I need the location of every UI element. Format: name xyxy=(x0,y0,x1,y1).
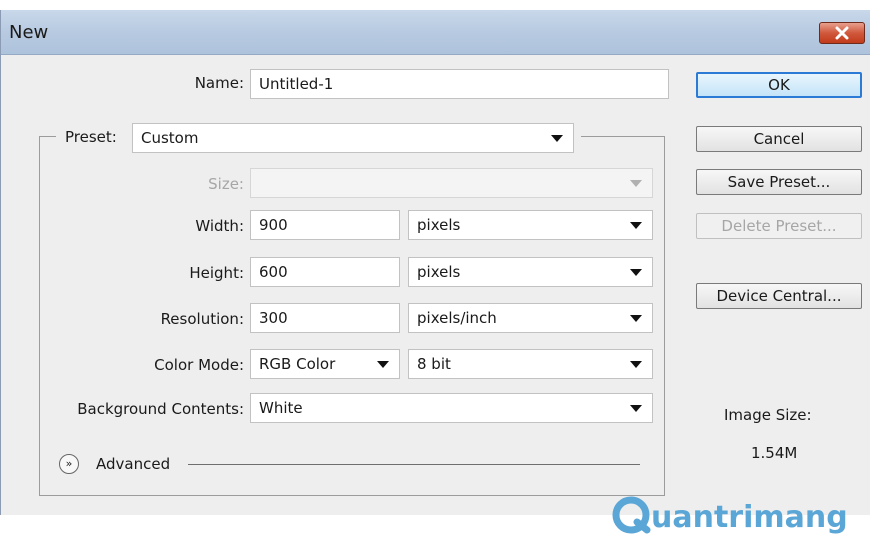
width-input[interactable]: 900 xyxy=(250,210,400,240)
new-document-dialog: New Name: Untitled-1 Preset: Custom Size… xyxy=(0,10,870,534)
save-preset-button[interactable]: Save Preset... xyxy=(696,169,862,195)
background-contents-value: White xyxy=(259,399,303,417)
cancel-button[interactable]: Cancel xyxy=(696,126,862,152)
height-unit-value: pixels xyxy=(417,263,461,281)
expand-advanced-icon[interactable]: » xyxy=(59,454,79,474)
chevron-down-icon xyxy=(630,269,642,276)
resolution-label: Resolution: xyxy=(160,310,244,328)
delete-preset-button[interactable]: Delete Preset... xyxy=(696,213,862,239)
advanced-divider xyxy=(188,464,640,465)
width-unit-value: pixels xyxy=(417,216,461,234)
resolution-unit-dropdown[interactable]: pixels/inch xyxy=(408,303,653,333)
watermark-text: uantrimang xyxy=(651,500,848,534)
background-contents-label: Background Contents: xyxy=(77,400,244,418)
chevron-down-icon xyxy=(630,405,642,412)
height-label: Height: xyxy=(189,264,244,282)
color-mode-dropdown[interactable]: RGB Color xyxy=(250,349,400,379)
color-mode-value: RGB Color xyxy=(259,355,336,373)
bit-depth-dropdown[interactable]: 8 bit xyxy=(408,349,653,379)
size-dropdown[interactable] xyxy=(250,168,653,198)
dialog-title: New xyxy=(9,22,49,43)
background-contents-dropdown[interactable]: White xyxy=(250,393,653,423)
height-input[interactable]: 600 xyxy=(250,257,400,287)
resolution-input[interactable]: 300 xyxy=(250,303,400,333)
resolution-unit-value: pixels/inch xyxy=(417,309,497,327)
advanced-label[interactable]: Advanced xyxy=(96,455,170,473)
height-value: 600 xyxy=(259,263,288,281)
preset-value: Custom xyxy=(141,129,199,147)
chevron-down-icon xyxy=(630,180,642,187)
title-bar[interactable]: New xyxy=(1,10,870,55)
bit-depth-value: 8 bit xyxy=(417,355,451,373)
color-mode-label: Color Mode: xyxy=(154,356,244,374)
name-label: Name: xyxy=(194,74,244,92)
chevron-down-icon xyxy=(377,361,389,368)
width-value: 900 xyxy=(259,216,288,234)
preset-dropdown[interactable]: Custom xyxy=(132,123,574,153)
width-unit-dropdown[interactable]: pixels xyxy=(408,210,653,240)
height-unit-dropdown[interactable]: pixels xyxy=(408,257,653,287)
image-size-label: Image Size: xyxy=(724,406,812,424)
chevron-down-icon xyxy=(551,135,563,142)
size-label: Size: xyxy=(208,175,244,193)
device-central-button[interactable]: Device Central... xyxy=(696,283,862,309)
quantrimang-watermark-logo: uantrimang xyxy=(612,496,848,534)
chevron-down-icon xyxy=(630,315,642,322)
chevron-down-icon xyxy=(630,361,642,368)
close-button[interactable] xyxy=(819,22,865,44)
name-value: Untitled-1 xyxy=(259,75,334,93)
width-label: Width: xyxy=(195,217,244,235)
close-icon xyxy=(835,26,849,40)
ok-button[interactable]: OK xyxy=(696,72,862,98)
chevron-down-icon xyxy=(630,222,642,229)
preset-label: Preset: xyxy=(65,128,117,146)
resolution-value: 300 xyxy=(259,309,288,327)
image-size-value: 1.54M xyxy=(751,444,798,462)
name-input[interactable]: Untitled-1 xyxy=(250,69,669,99)
